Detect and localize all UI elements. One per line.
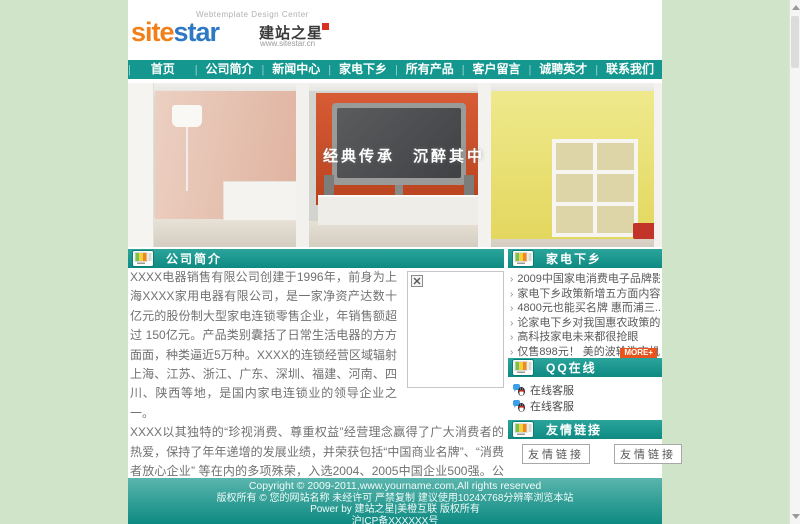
hero-tv-screen [337, 108, 461, 178]
qq-penguin-icon [512, 399, 526, 413]
logo-site-text: site [131, 17, 174, 47]
more-button[interactable]: MORE+ [620, 348, 657, 358]
page-footer: Copyright © 2009-2011,www.yourname.com,A… [128, 478, 662, 524]
site-header: Webtemplate Design Center sitestar 建站之星 … [128, 0, 662, 60]
arrow-bullet-icon: › [510, 318, 513, 329]
nav-item-contact[interactable]: 联系我们 [598, 60, 662, 79]
section-title: QQ在线 [546, 359, 597, 376]
logo-red-badge-icon [322, 23, 329, 30]
news-item[interactable]: › 4800元也能买名牌 惠而浦三... [510, 301, 660, 316]
news-item-label: 论家电下乡对我国惠农政策的启示... [517, 317, 660, 329]
tv-icon [132, 250, 154, 267]
news-item-label: 4800元也能买名牌 惠而浦三... [517, 302, 660, 314]
page-container: Webtemplate Design Center sitestar 建站之星 … [128, 0, 662, 524]
footer-rights: 版权所有 © 您的网站名称 未经许可 严禁复制 建议使用1024X768分辨率浏… [128, 493, 662, 505]
section-title: 家电下乡 [546, 250, 602, 267]
about-image-placeholder [407, 271, 504, 388]
friend-links: 友情链接 友情链接 [522, 444, 682, 464]
section-header-about: 公司简介 [128, 249, 504, 268]
section-header-qq: QQ在线 [508, 358, 662, 377]
section-title: 公司简介 [166, 250, 222, 267]
hero-banner: 经典传承 沉醉其中 [128, 83, 662, 247]
tv-icon [512, 250, 534, 267]
section-title: 友情链接 [546, 421, 602, 438]
nav-item-products[interactable]: 所有产品 [398, 60, 462, 79]
nav-item-about[interactable]: 公司简介 [198, 60, 262, 79]
arrow-bullet-icon: › [510, 303, 513, 314]
scrollbar[interactable] [789, 0, 800, 524]
news-item-label: 家电下乡政策新增五方面内容 [517, 288, 660, 300]
news-item[interactable]: › 论家电下乡对我国惠农政策的启示... [510, 316, 660, 331]
hero-lamp-shade [172, 105, 202, 127]
hero-left-pillar [296, 83, 309, 247]
hero-media-console [318, 195, 478, 225]
news-item-label: 高科技家电未来都很抢眼 [517, 331, 638, 343]
arrow-bullet-icon: › [510, 347, 513, 358]
logo-star-text: star [174, 17, 220, 47]
news-item-label: 2009中国家电消费电子品牌影... [517, 273, 660, 285]
tv-icon [512, 421, 534, 438]
hero-sideboard [223, 181, 301, 221]
hero-tv-stand [395, 185, 403, 195]
section-header-links: 友情链接 [508, 420, 662, 439]
nav-item-home[interactable]: 首页 [131, 60, 195, 79]
main-nav: | 首页 | 公司简介 | 新闻中心 | 家电下乡 | 所有产品 | 客户留言 … [128, 60, 662, 79]
news-item[interactable]: › 高科技家电未来都很抢眼 [510, 330, 660, 345]
qq-service-label: 在线客服 [530, 382, 574, 398]
hero-cube-shelf [552, 139, 638, 237]
nav-item-news[interactable]: 新闻中心 [264, 60, 328, 79]
footer-icp: 沪ICP备XXXXXX号 [128, 516, 662, 524]
footer-copyright: Copyright © 2009-2011,www.yourname.com,A… [128, 478, 662, 493]
logo-url-text: www.sitestar.cn [260, 39, 315, 48]
scrollbar-thumb[interactable] [791, 16, 799, 68]
footer-powerby: Power by 建站之星|美橙互联 版权所有 [128, 504, 662, 516]
qq-service-item[interactable]: 在线客服 [512, 382, 660, 398]
news-list: › 2009中国家电消费电子品牌影... › 家电下乡政策新增五方面内容 › 4800… [510, 272, 660, 359]
qq-service-label: 在线客服 [530, 398, 574, 414]
news-item[interactable]: › 家电下乡政策新增五方面内容 [510, 287, 660, 302]
hero-caption: 经典传承 沉醉其中 [323, 145, 485, 166]
hero-lamp-pole [186, 127, 188, 191]
section-header-news: 家电下乡 [508, 249, 662, 268]
arrow-bullet-icon: › [510, 289, 513, 300]
qq-list: 在线客服 在线客服 [512, 382, 660, 414]
friend-link-button[interactable]: 友情链接 [614, 444, 682, 464]
friend-link-button[interactable]: 友情链接 [522, 444, 590, 464]
arrow-bullet-icon: › [510, 332, 513, 343]
hero-speaker-right [464, 175, 474, 195]
about-paragraph-1: XXXX电器销售有限公司创建于1996年，前身为上海XXXX家用电器有限公司，是… [130, 270, 397, 420]
scroll-up-arrow-icon[interactable] [792, 5, 800, 10]
nav-item-appliances[interactable]: 家电下乡 [331, 60, 395, 79]
nav-item-jobs[interactable]: 诚聘英才 [531, 60, 595, 79]
nav-item-guestbook[interactable]: 客户留言 [465, 60, 529, 79]
scroll-down-arrow-icon[interactable] [792, 514, 800, 519]
tv-icon [512, 359, 534, 376]
arrow-bullet-icon: › [510, 274, 513, 285]
browser-viewport: Webtemplate Design Center sitestar 建站之星 … [0, 0, 800, 524]
qq-penguin-icon [512, 383, 526, 397]
news-item[interactable]: › 2009中国家电消费电子品牌影... [510, 272, 660, 287]
hero-wardrobe [128, 83, 154, 247]
qq-service-item[interactable]: 在线客服 [512, 398, 660, 414]
hero-right-edge [654, 83, 662, 247]
sitestar-logo[interactable]: sitestar [131, 17, 219, 48]
hero-speaker-left [324, 175, 334, 195]
broken-image-icon [411, 275, 423, 287]
